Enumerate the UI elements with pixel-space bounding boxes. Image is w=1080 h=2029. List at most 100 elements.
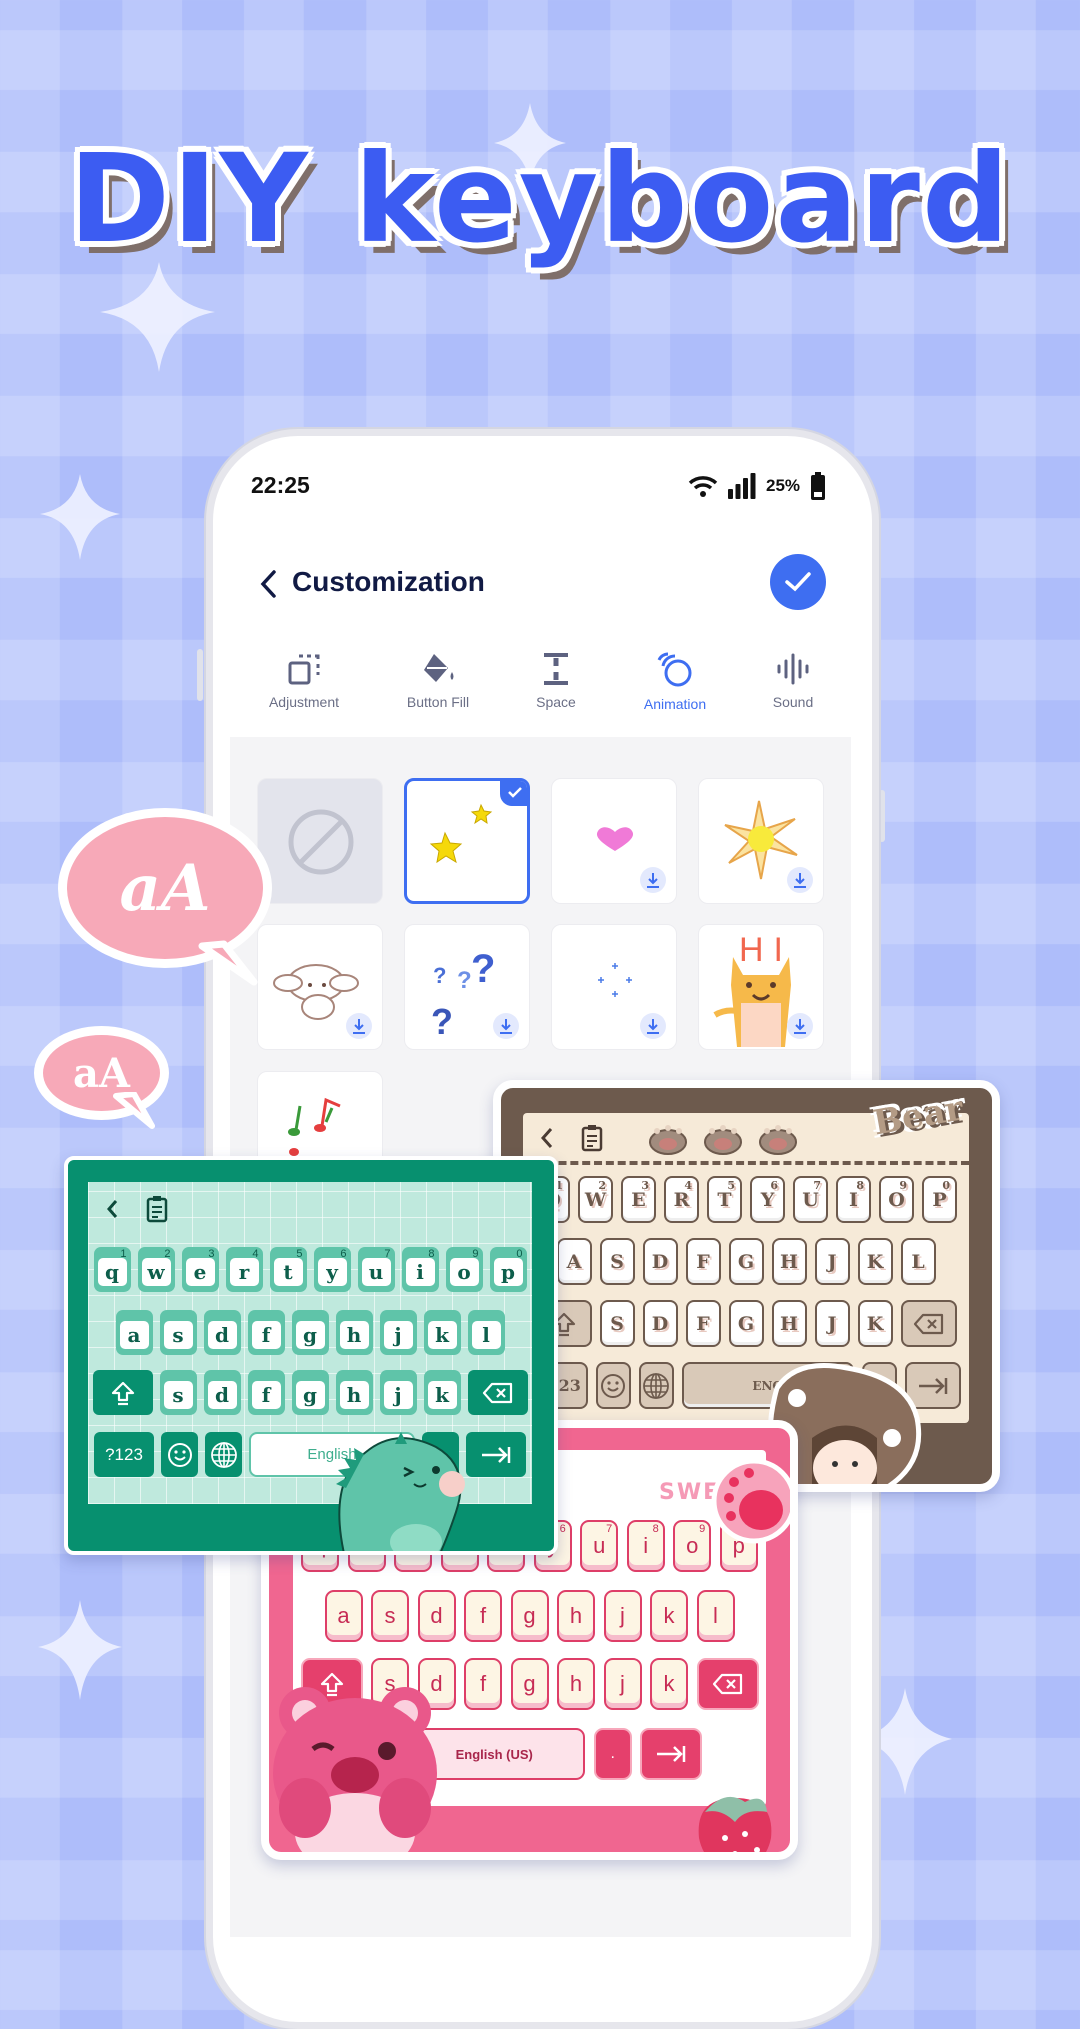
key-a[interactable]: a bbox=[115, 1310, 153, 1355]
key-k[interactable]: k bbox=[423, 1370, 461, 1415]
key-j[interactable]: j bbox=[379, 1370, 417, 1415]
tab-button-fill[interactable]: Button Fill bbox=[378, 652, 498, 710]
key-g[interactable]: G bbox=[728, 1300, 764, 1347]
key-r[interactable]: r4 bbox=[225, 1247, 263, 1292]
backspace-key[interactable] bbox=[467, 1370, 528, 1415]
enter-key[interactable] bbox=[640, 1728, 703, 1780]
key-h[interactable]: H bbox=[771, 1300, 807, 1347]
key-i[interactable]: i8 bbox=[626, 1520, 665, 1572]
key-d[interactable]: d bbox=[417, 1590, 456, 1642]
animation-tile-question-marks[interactable]: ? ? ? ? bbox=[404, 924, 530, 1050]
key-r[interactable]: R4 bbox=[664, 1176, 699, 1223]
key-w[interactable]: W2 bbox=[578, 1176, 613, 1223]
key-g[interactable]: g bbox=[291, 1310, 329, 1355]
key-e[interactable]: E3 bbox=[621, 1176, 656, 1223]
key-s[interactable]: s bbox=[159, 1310, 197, 1355]
key-d[interactable]: d bbox=[203, 1310, 241, 1355]
key-y[interactable]: y6 bbox=[313, 1247, 351, 1292]
key-j[interactable]: j bbox=[603, 1658, 642, 1710]
key-g[interactable]: g bbox=[291, 1370, 329, 1415]
key-k[interactable]: K bbox=[857, 1300, 893, 1347]
key-u[interactable]: U7 bbox=[793, 1176, 828, 1223]
key-k[interactable]: K bbox=[857, 1238, 893, 1285]
key-h[interactable]: H bbox=[771, 1238, 807, 1285]
key-t[interactable]: T5 bbox=[707, 1176, 742, 1223]
key-a[interactable]: a bbox=[324, 1590, 363, 1642]
download-badge[interactable] bbox=[346, 1013, 372, 1039]
key-f[interactable]: f bbox=[464, 1658, 502, 1710]
key-h[interactable]: h bbox=[557, 1590, 595, 1642]
period-key[interactable]: . bbox=[593, 1728, 632, 1780]
key-k[interactable]: k bbox=[423, 1310, 461, 1355]
download-badge[interactable] bbox=[493, 1013, 519, 1039]
key-f[interactable]: f bbox=[247, 1370, 285, 1415]
symbols-key[interactable]: ?123 bbox=[94, 1432, 154, 1477]
key-o[interactable]: o9 bbox=[673, 1520, 712, 1572]
key-y[interactable]: Y6 bbox=[750, 1176, 785, 1223]
key-i[interactable]: i8 bbox=[401, 1247, 439, 1292]
key-t[interactable]: t5 bbox=[269, 1247, 307, 1292]
download-badge[interactable] bbox=[640, 867, 666, 893]
chevron-left-icon[interactable] bbox=[254, 566, 284, 602]
download-badge[interactable] bbox=[787, 1013, 813, 1039]
key-o[interactable]: o9 bbox=[445, 1247, 483, 1292]
shift-key[interactable] bbox=[92, 1370, 153, 1415]
key-p[interactable]: P0 bbox=[922, 1176, 957, 1223]
download-badge[interactable] bbox=[640, 1013, 666, 1039]
key-j[interactable]: J bbox=[814, 1300, 850, 1347]
key-s[interactable]: s bbox=[371, 1590, 409, 1642]
key-d[interactable]: D bbox=[642, 1300, 678, 1347]
backspace-key[interactable] bbox=[696, 1658, 759, 1710]
key-d[interactable]: d bbox=[203, 1370, 241, 1415]
key-h[interactable]: h bbox=[335, 1310, 373, 1355]
key-f[interactable]: F bbox=[685, 1238, 721, 1285]
backspace-key[interactable] bbox=[900, 1300, 957, 1347]
key-s[interactable]: S bbox=[599, 1300, 635, 1347]
key-u[interactable]: u7 bbox=[580, 1520, 619, 1572]
key-g[interactable]: g bbox=[510, 1658, 549, 1710]
key-j[interactable]: J bbox=[814, 1238, 850, 1285]
key-g[interactable]: g bbox=[510, 1590, 549, 1642]
key-l[interactable]: l bbox=[696, 1590, 735, 1642]
key-o[interactable]: O9 bbox=[879, 1176, 914, 1223]
key-e[interactable]: e3 bbox=[181, 1247, 219, 1292]
key-s[interactable]: S bbox=[599, 1238, 635, 1285]
key-f[interactable]: f bbox=[464, 1590, 502, 1642]
key-u[interactable]: u7 bbox=[357, 1247, 395, 1292]
animation-tile-corgi[interactable]: HI bbox=[698, 924, 824, 1050]
confirm-button[interactable] bbox=[770, 554, 826, 610]
animation-tile-stars[interactable] bbox=[404, 778, 530, 904]
key-f[interactable]: f bbox=[247, 1310, 285, 1355]
key-g[interactable]: G bbox=[728, 1238, 764, 1285]
key-a[interactable]: A bbox=[556, 1238, 592, 1285]
emoji-key[interactable] bbox=[161, 1432, 198, 1477]
animation-tile-heart[interactable] bbox=[551, 778, 677, 904]
key-k[interactable]: k bbox=[650, 1590, 688, 1642]
emoji-key[interactable] bbox=[595, 1362, 631, 1409]
tab-space[interactable]: Space bbox=[496, 652, 616, 710]
language-key[interactable] bbox=[638, 1362, 674, 1409]
animation-tile-sunburst[interactable] bbox=[698, 778, 824, 904]
key-s[interactable]: s bbox=[159, 1370, 197, 1415]
dino-keyboard-theme[interactable]: q1w2e3r4t5y6u7i8o9p0 asdfghjkl sdfghjk ?… bbox=[64, 1156, 558, 1555]
key-p[interactable]: p0 bbox=[489, 1247, 527, 1292]
key-k[interactable]: k bbox=[650, 1658, 688, 1710]
key-f[interactable]: F bbox=[685, 1300, 721, 1347]
key-h[interactable]: h bbox=[335, 1370, 373, 1415]
key-q[interactable]: q1 bbox=[93, 1247, 131, 1292]
tab-sound[interactable]: Sound bbox=[733, 652, 853, 710]
key-l[interactable]: l bbox=[467, 1310, 505, 1355]
key-d[interactable]: D bbox=[642, 1238, 678, 1285]
animation-tile-puppy[interactable] bbox=[257, 924, 383, 1050]
tab-animation[interactable]: Animation bbox=[615, 652, 735, 712]
tab-adjustment[interactable]: Adjustment bbox=[244, 652, 364, 710]
download-badge[interactable] bbox=[787, 867, 813, 893]
key-h[interactable]: h bbox=[557, 1658, 595, 1710]
key-j[interactable]: j bbox=[379, 1310, 417, 1355]
key-w[interactable]: w2 bbox=[137, 1247, 175, 1292]
language-key[interactable] bbox=[205, 1432, 242, 1477]
animation-tile-sparkles[interactable] bbox=[551, 924, 677, 1050]
animation-tile-none[interactable] bbox=[257, 778, 383, 904]
key-l[interactable]: L bbox=[900, 1238, 936, 1285]
key-i[interactable]: I8 bbox=[836, 1176, 871, 1223]
